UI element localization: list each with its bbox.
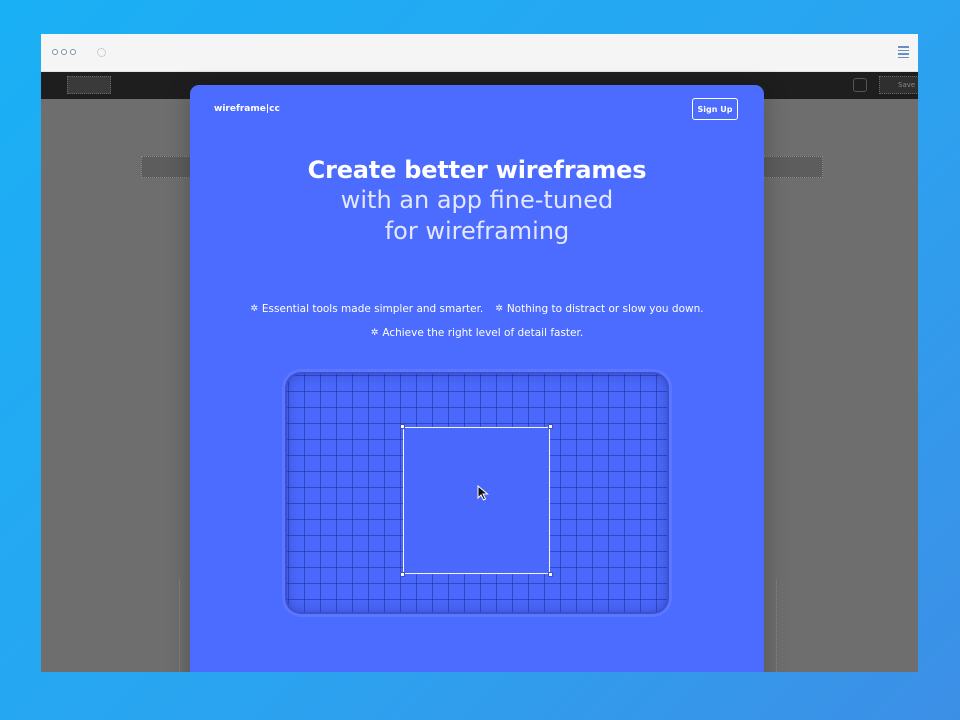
loading-spinner-icon bbox=[97, 48, 106, 57]
feature-text: Essential tools made simpler and smarter… bbox=[261, 303, 484, 315]
app-logo-placeholder bbox=[67, 76, 111, 94]
background-divider-left bbox=[179, 579, 188, 672]
sparkle-icon: ✲ bbox=[250, 304, 258, 314]
toolbar-save-label: Save bbox=[898, 81, 916, 89]
feature-text: Nothing to distract or slow you down. bbox=[506, 303, 704, 315]
resize-handle-bottom-left[interactable] bbox=[400, 572, 405, 577]
brand-logo[interactable]: wireframe|cc bbox=[214, 104, 280, 114]
feature-item: ✲ Essential tools made simpler and smart… bbox=[250, 297, 483, 321]
subheadline-line-2: for wireframing bbox=[384, 217, 570, 245]
window-close-button[interactable] bbox=[52, 49, 58, 55]
sparkle-icon: ✲ bbox=[370, 328, 379, 338]
browser-chrome bbox=[41, 34, 918, 72]
signup-modal: wireframe|cc Sign Up Create better wiref… bbox=[190, 85, 764, 672]
background-placeholder-right bbox=[757, 156, 823, 178]
mouse-pointer-icon bbox=[477, 485, 489, 501]
toolbar-save-button[interactable]: Save bbox=[879, 76, 918, 94]
background-divider-right bbox=[768, 579, 777, 672]
feature-text: Achieve the right level of detail faster… bbox=[382, 327, 584, 339]
window-minimize-button[interactable] bbox=[61, 49, 67, 55]
feature-item: ✲ Nothing to distract or slow you down. bbox=[495, 297, 703, 321]
resize-handle-top-right[interactable] bbox=[548, 424, 553, 429]
feature-item: ✲ Achieve the right level of detail fast… bbox=[371, 321, 583, 345]
resize-handle-top-left[interactable] bbox=[400, 424, 405, 429]
resize-handle-bottom-right[interactable] bbox=[548, 572, 553, 577]
headline: Create better wireframes bbox=[307, 156, 647, 184]
hero-heading: Create better wireframes with an app fin… bbox=[190, 155, 764, 247]
window-controls bbox=[52, 49, 76, 55]
browser-window: Save wireframe|cc Sign Up Create better … bbox=[41, 34, 918, 672]
toolbar-frame-icon[interactable] bbox=[853, 78, 867, 92]
subheadline-line-1: with an app fine-tuned bbox=[340, 186, 614, 214]
hamburger-menu-icon[interactable] bbox=[898, 46, 909, 58]
window-zoom-button[interactable] bbox=[70, 49, 76, 55]
sparkle-icon: ✲ bbox=[495, 304, 503, 314]
sign-up-button[interactable]: Sign Up bbox=[692, 98, 738, 120]
feature-list: ✲ Essential tools made simpler and smart… bbox=[190, 297, 764, 345]
